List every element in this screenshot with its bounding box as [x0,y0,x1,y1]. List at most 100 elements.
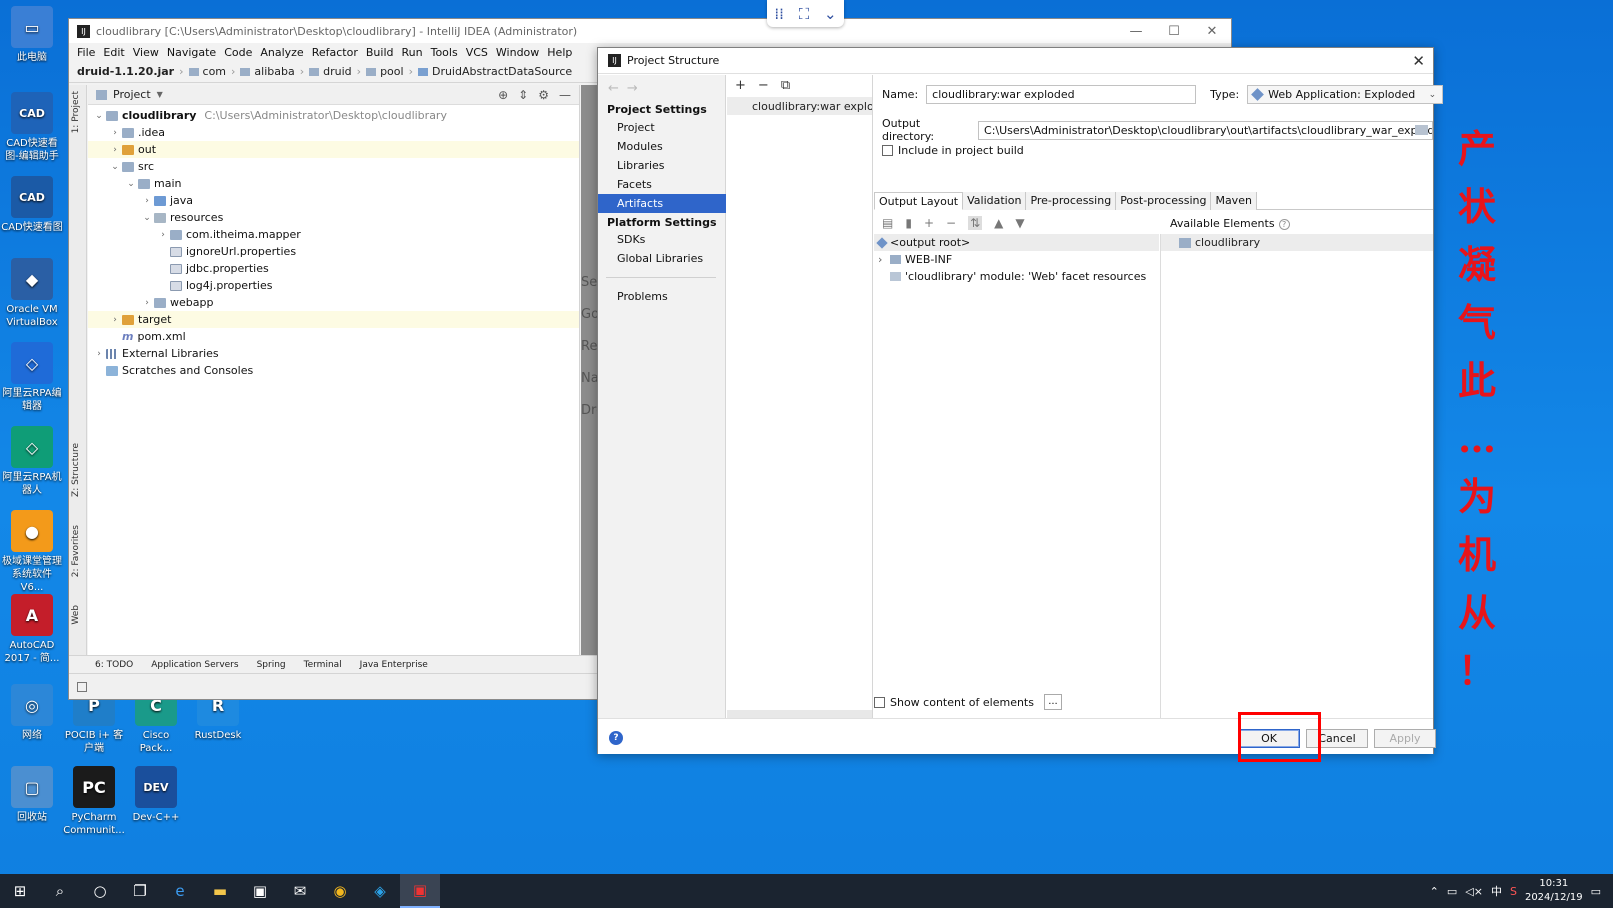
search-icon[interactable]: ⌕ [40,874,80,908]
archive-icon[interactable]: ▮ [905,216,912,230]
notification-icon[interactable]: ▭ [1591,885,1601,898]
tab-web[interactable]: Web [71,605,81,625]
menu-help[interactable]: Help [547,46,572,59]
task-view-icon[interactable]: ❐ [120,874,160,908]
back-forward-icon[interactable]: ←→ [608,81,646,96]
windows-start-icon[interactable]: ⊞ [0,874,40,908]
breadcrumb-item[interactable]: DruidAbstractDataSource [432,65,572,78]
desktop-icon[interactable]: CAD CAD快速看图-编辑助手 [1,92,63,163]
maximize-icon[interactable]: ☐ [1155,19,1193,43]
chevron-up-icon[interactable]: ⌃ [1430,885,1439,898]
clock[interactable]: 10:31 2024/12/19 [1525,877,1583,905]
menu-build[interactable]: Build [366,46,394,59]
sidebar-item-global-libraries[interactable]: Global Libraries [598,249,726,268]
chevron-right-icon[interactable]: › [140,298,154,308]
tree-node[interactable]: › out [88,141,579,158]
sidebar-item-sdks[interactable]: SDKs [598,230,726,249]
show-content-checkbox[interactable] [874,696,885,708]
tree-node[interactable]: › target [88,311,579,328]
menu-run[interactable]: Run [402,46,423,59]
app-icon[interactable]: ◈ [360,874,400,908]
tree-node[interactable]: ⌄ main [88,175,579,192]
menu-tools[interactable]: Tools [431,46,458,59]
breadcrumb-item[interactable]: alibaba [254,65,294,78]
available-item[interactable]: cloudlibrary [1161,234,1433,251]
sidebar-item-modules[interactable]: Modules [598,137,726,156]
sidebar-item-artifacts[interactable]: Artifacts [598,194,726,213]
menu-code[interactable]: Code [224,46,252,59]
desktop-icon[interactable]: CAD CAD快速看图 [1,176,63,234]
desktop-icon[interactable]: ◆ Oracle VM VirtualBox [1,258,63,329]
menu-analyze[interactable]: Analyze [260,46,303,59]
move-up-icon[interactable]: ▲ [994,216,1003,230]
tree-node[interactable]: ⌄ src [88,158,579,175]
volume-icon[interactable]: ◁× [1465,885,1483,898]
apply-button[interactable]: Apply [1374,729,1436,748]
new-folder-icon[interactable]: ▤ [882,216,893,230]
desktop-icon[interactable]: ● 极域课堂管理系统软件V6... [1,510,63,594]
bottom-tab[interactable]: Application Servers [151,660,238,670]
bottom-tab[interactable]: Java Enterprise [360,660,428,670]
project-view-selector[interactable]: Project [113,88,151,101]
tree-node[interactable]: ⌄ cloudlibrary C:\Users\Administrator\Desk… [88,107,579,124]
menu-navigate[interactable]: Navigate [167,46,216,59]
chevron-right-icon[interactable]: › [92,349,106,359]
tab-pre-processing[interactable]: Pre-processing [1026,192,1117,210]
name-input[interactable]: cloudlibrary:war exploded [926,85,1197,104]
menu-view[interactable]: View [133,46,159,59]
remove-icon[interactable]: − [946,216,956,230]
desktop-icon[interactable]: ◇ 阿里云RPA编辑器 [1,342,63,413]
add-icon[interactable]: + [924,216,934,230]
tree-node[interactable]: ⌄ resources [88,209,579,226]
tab-maven[interactable]: Maven [1211,192,1257,210]
chrome-icon[interactable]: ◉ [320,874,360,908]
chevron-right-icon[interactable]: › [878,253,890,266]
sidebar-item-facets[interactable]: Facets [598,175,726,194]
tree-node[interactable]: jdbc.properties [88,260,579,277]
menu-window[interactable]: Window [496,46,539,59]
breadcrumb-item[interactable]: druid [323,65,352,78]
desktop-icon[interactable]: ▢ 回收站 [1,766,63,824]
tree-node[interactable]: ignoreUrl.properties [88,243,579,260]
more-options-button[interactable]: ... [1043,694,1062,710]
close-icon[interactable]: ✕ [1412,52,1425,70]
help-icon[interactable]: ? [609,731,623,745]
include-build-checkbox[interactable] [882,145,893,156]
chevron-right-icon[interactable]: › [140,196,154,206]
sidebar-item-project[interactable]: Project [598,118,726,137]
output-dir-input[interactable]: C:\Users\Administrator\Desktop\cloudlibr… [978,120,1433,140]
artifact-item[interactable]: cloudlibrary:war exploded [727,97,872,115]
minimize-icon[interactable]: — [1117,19,1155,43]
tab-output-layout[interactable]: Output Layout [874,192,964,210]
layout-node[interactable]: <output root> [874,234,1159,251]
ime-indicator[interactable]: 中 [1491,883,1502,899]
tree-node[interactable]: log4j.properties [88,277,579,294]
menu-file[interactable]: File [77,46,95,59]
folder-browse-icon[interactable] [1415,124,1428,135]
breadcrumb-item[interactable]: pool [380,65,404,78]
collapse-icon[interactable]: ⇕ [518,88,528,102]
edge-icon[interactable]: e [160,874,200,908]
breadcrumb-item[interactable]: druid-1.1.20.jar [77,65,174,78]
chevron-down-icon[interactable]: ⌄ [124,179,138,189]
help-icon[interactable]: ? [1278,219,1290,230]
tree-node[interactable]: › External Libraries [88,345,579,362]
move-down-icon[interactable]: ▼ [1015,216,1024,230]
tab-favorites[interactable]: 2: Favorites [71,525,81,577]
tree-node[interactable]: › java [88,192,579,209]
chevron-down-icon[interactable]: ⌄ [824,5,837,23]
fullscreen-icon[interactable]: ⛶ [799,5,810,23]
layout-node[interactable]: › WEB-INF [874,251,1159,268]
drag-handle-icon[interactable]: ⁞⁞ [774,5,784,23]
file-explorer-icon[interactable]: ▬ [200,874,240,908]
sogou-icon[interactable]: S [1510,885,1517,898]
sort-icon[interactable]: ⇅ [968,216,983,230]
bottom-tab[interactable]: 6: TODO [95,660,133,670]
tab-post-processing[interactable]: Post-processing [1116,192,1212,210]
layout-node[interactable]: 'cloudlibrary' module: 'Web' facet resou… [874,268,1159,285]
bottom-tab[interactable]: Terminal [304,660,342,670]
desktop-icon[interactable]: PC PyCharm Communit... [63,766,125,837]
sidebar-item-libraries[interactable]: Libraries [598,156,726,175]
add-icon[interactable]: + [735,78,746,93]
store-icon[interactable]: ▣ [240,874,280,908]
